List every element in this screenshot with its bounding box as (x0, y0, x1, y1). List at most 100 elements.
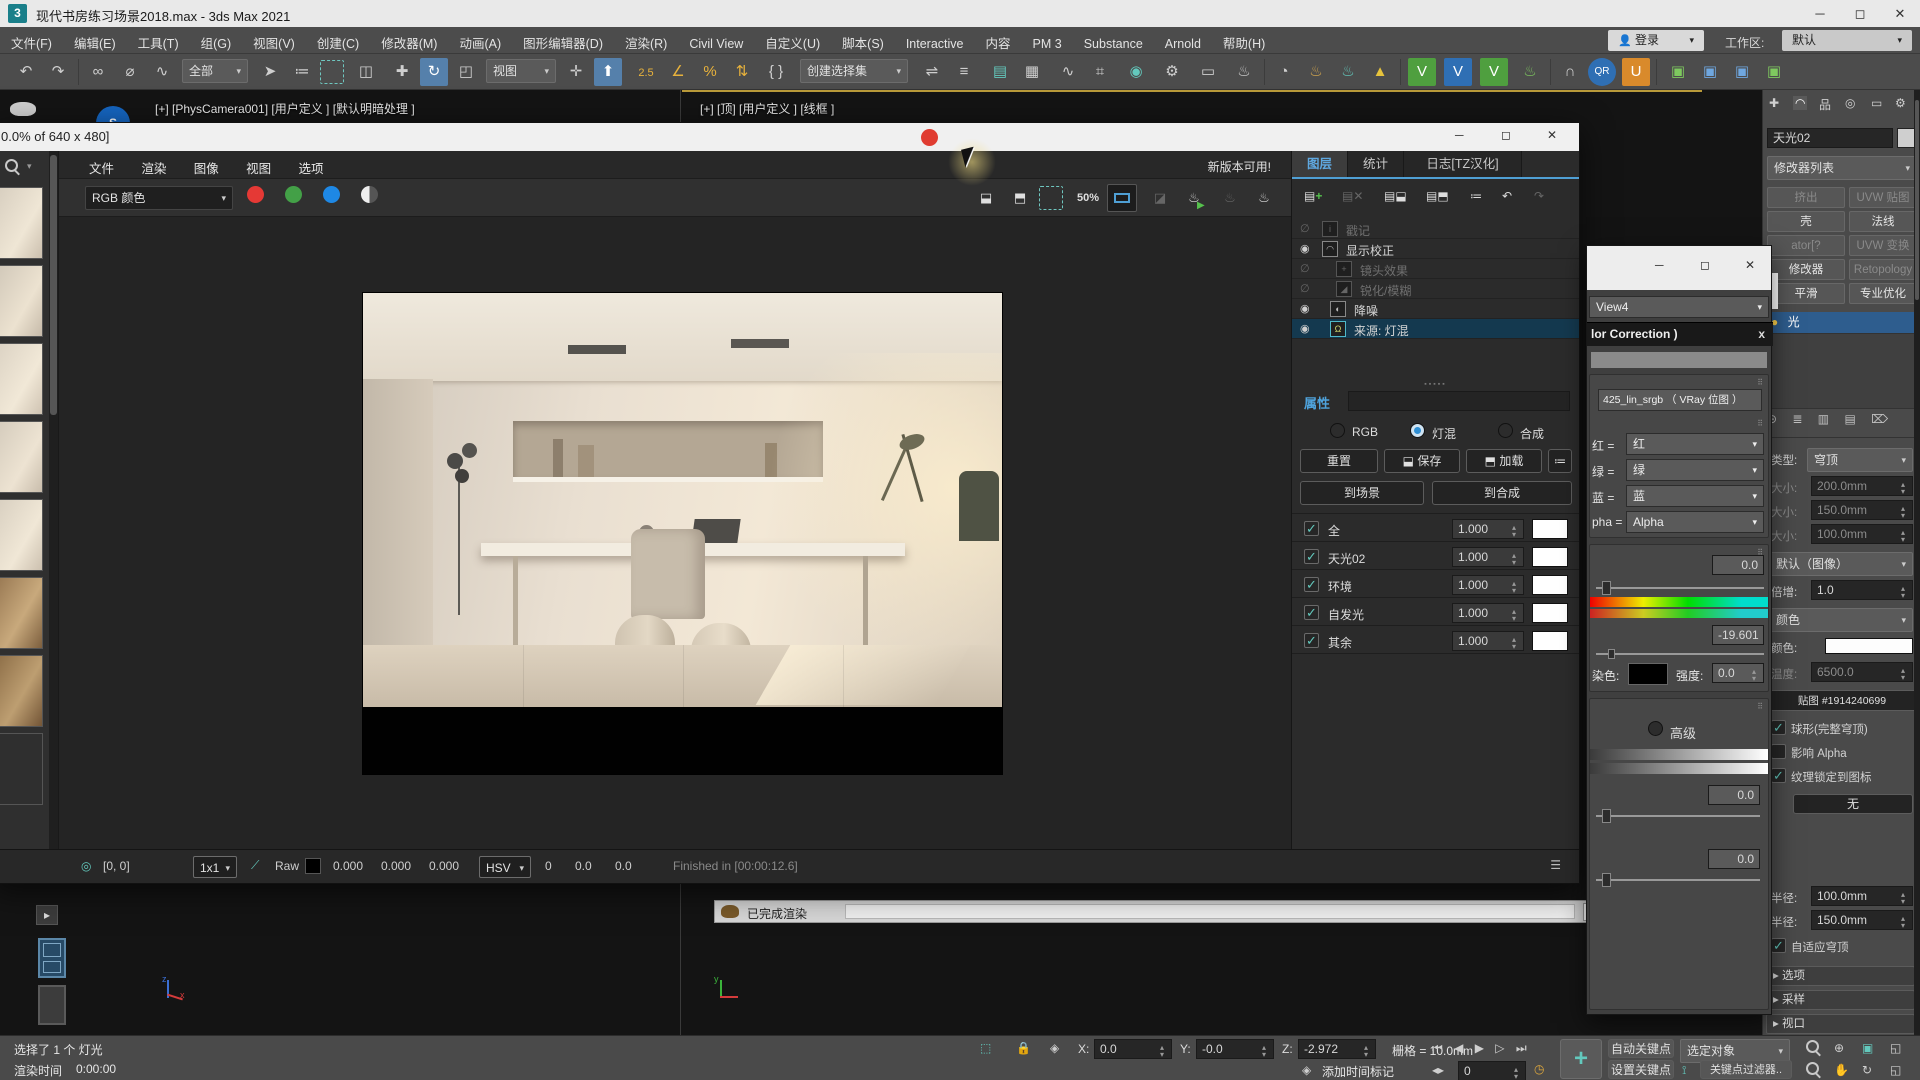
blue-channel-icon[interactable] (323, 186, 340, 203)
modifier-button[interactable]: ator[? (1767, 235, 1845, 256)
pixel-probe-icon[interactable]: ◎ (81, 859, 91, 873)
vray-gpu-icon[interactable]: V (1480, 58, 1508, 86)
lightmix-color-swatch[interactable] (1532, 519, 1568, 539)
tab-create-icon[interactable]: ✚ (1769, 96, 1779, 110)
set-keys-button[interactable]: + (1560, 1039, 1602, 1079)
vfb-minimize-icon[interactable]: ─ (1455, 128, 1464, 142)
rollout-options[interactable]: ▸ 选项 (1766, 966, 1915, 986)
splitter-handle[interactable]: ▪▪▪▪▪ (1292, 381, 1579, 387)
to-scene-button[interactable]: 到场景 (1300, 481, 1424, 505)
dome-checkbox[interactable] (1771, 720, 1786, 735)
mirror-icon[interactable]: ⇌ (918, 58, 946, 86)
hsv-dropdown[interactable]: HSV▾ (479, 856, 531, 878)
add-layer-icon[interactable]: ▤+ (1304, 189, 1322, 203)
history-thumbnail[interactable] (0, 421, 43, 493)
history-thumbnail[interactable] (0, 187, 43, 259)
affect-alpha-checkbox[interactable] (1771, 744, 1786, 759)
eye-icon[interactable]: ◉ (1300, 322, 1310, 335)
plugin-green-1-icon[interactable]: ▣ (1664, 58, 1692, 86)
cc-minimize-icon[interactable]: ─ (1655, 258, 1664, 272)
lightmix-checkbox[interactable] (1304, 549, 1319, 564)
reference-coordinate-dropdown[interactable]: 视图▾ (486, 59, 556, 83)
light-color-swatch[interactable] (1825, 638, 1913, 654)
modifier-stack-selected-row[interactable]: ● 光 (1765, 312, 1919, 333)
plugin-blue-1-icon[interactable]: ▣ (1696, 58, 1724, 86)
selection-lock-region-icon[interactable]: ⬚ (980, 1041, 991, 1055)
lightmix-value[interactable]: 1.000 (1452, 519, 1524, 539)
cc-tint-swatch[interactable] (1628, 663, 1668, 685)
auto-key-button[interactable]: 自动关键点 (1608, 1039, 1674, 1058)
cc-title-bar[interactable]: ─ ◻ ✕ (1587, 246, 1771, 290)
to-composite-button[interactable]: 到合成 (1432, 481, 1572, 505)
cc-alpha-dropdown[interactable]: Alpha▾ (1626, 511, 1764, 533)
key-filter-walk-icon[interactable]: ⟟ (1682, 1063, 1686, 1078)
vfb-render-last-icon[interactable]: ♨▶ (1179, 184, 1209, 212)
cc-green-dropdown[interactable]: 绿▾ (1626, 459, 1764, 481)
layer-row-sharpen-blur[interactable]: ∅ ◢锐化/模糊 (1292, 279, 1579, 299)
cc-level-slider-2[interactable] (1596, 879, 1760, 881)
percent-snap-icon[interactable]: % (696, 58, 724, 86)
tab-utilities-icon[interactable]: ⚙ (1895, 96, 1906, 110)
viewport-layout-tab-active[interactable] (38, 938, 66, 978)
multiplier-field[interactable]: 1.0 (1811, 580, 1913, 600)
rect-selection-region-icon[interactable] (320, 60, 344, 84)
tab-layers[interactable]: 图层 (1292, 151, 1348, 177)
modifier-stack-list[interactable] (1765, 333, 1919, 409)
redo-icon[interactable]: ↷ (44, 58, 72, 86)
render-setup-icon[interactable]: ⚙ (1158, 58, 1186, 86)
angle-snap-icon[interactable]: ∠ (664, 58, 692, 86)
render-frame-window-icon[interactable]: ▭ (1194, 58, 1222, 86)
layer-undo-icon[interactable]: ↶ (1502, 189, 1512, 203)
eye-icon[interactable]: ∅ (1300, 262, 1310, 275)
layer-list-icon[interactable]: ≔ (1470, 189, 1482, 203)
eye-icon[interactable]: ◉ (1300, 302, 1310, 315)
zoom-region-icon[interactable] (1806, 1062, 1819, 1078)
radio-lightmix[interactable] (1410, 423, 1425, 438)
modifier-button[interactable]: 壳 (1767, 211, 1845, 232)
zoom-all-icon[interactable]: ⊕ (1834, 1041, 1844, 1055)
cc-rollout-header[interactable]: lor Correction ) x (1587, 322, 1773, 346)
frame-step-icon[interactable]: ◂▸ (1432, 1063, 1444, 1077)
lightmix-checkbox[interactable] (1304, 577, 1319, 592)
modifier-button[interactable]: 平滑 (1767, 283, 1845, 304)
select-by-name-icon[interactable]: ≔ (288, 58, 316, 86)
workspace-dropdown[interactable]: 默认 ▾ (1782, 30, 1912, 51)
cc-hue-value[interactable]: 0.0 (1712, 555, 1764, 575)
render-teapot-gold-icon[interactable]: ♨ (1302, 58, 1330, 86)
tab-log[interactable]: 日志[TZ汉化] (1404, 151, 1522, 177)
y-field[interactable]: -0.0 (1196, 1039, 1274, 1059)
playback-controls[interactable]: ⏮ ◀ ▶ ▷ ⏭ (1432, 1041, 1531, 1056)
unlink-icon[interactable]: ⌀ (116, 58, 144, 86)
radio-composite[interactable] (1498, 423, 1513, 438)
object-name-field[interactable]: 天光02 (1767, 128, 1893, 148)
vfb-save-image-icon[interactable]: ⬓ (971, 184, 1001, 212)
lightmix-color-swatch[interactable] (1532, 547, 1568, 567)
material-editor-icon[interactable]: ◉ (1122, 58, 1150, 86)
lightmix-checkbox[interactable] (1304, 521, 1319, 536)
save-button[interactable]: ⬓ 保存 (1384, 449, 1460, 473)
vfb-region-select-icon[interactable] (1039, 186, 1063, 210)
add-time-tag[interactable]: 添加时间标记 (1322, 1063, 1394, 1080)
plugin-green-2-icon[interactable]: ▣ (1760, 58, 1788, 86)
cc-view-dropdown[interactable]: View4▾ (1589, 296, 1769, 318)
lock-icon[interactable]: 🔒 (1016, 1041, 1031, 1055)
camera-viewport-label[interactable]: [+] [PhysCamera001] [用户定义 ] [默认明暗处理 ] (155, 100, 415, 117)
load-button[interactable]: ⬒ 加载 (1466, 449, 1542, 473)
layer-row-stamp[interactable]: ∅ i戳记 (1292, 219, 1579, 239)
modifier-button[interactable]: 法线 (1849, 211, 1917, 232)
cc-level-slider-1[interactable] (1596, 815, 1760, 817)
cc-saturation-slider[interactable] (1596, 653, 1764, 655)
modifier-button[interactable]: 专业优化 (1849, 283, 1917, 304)
history-thumbnail[interactable] (0, 655, 43, 727)
history-thumbnail[interactable] (0, 577, 43, 649)
cc-strength-value[interactable]: 0.0 (1712, 663, 1764, 683)
unit-dropdown[interactable]: 默认（图像）▾ (1769, 552, 1913, 576)
modifier-button[interactable]: Retopology (1849, 259, 1917, 280)
time-config-clock-icon[interactable]: ◷ (1534, 1062, 1544, 1076)
red-channel-icon[interactable] (247, 186, 264, 203)
layer-row-denoise[interactable]: ◉ ◐降噪 (1292, 299, 1579, 319)
cc-maximize-icon[interactable]: ◻ (1700, 258, 1710, 272)
modifier-button[interactable]: UVW 贴图 (1849, 187, 1917, 208)
render-production-icon[interactable]: ♨ (1230, 58, 1258, 86)
lock-texture-checkbox[interactable] (1771, 768, 1786, 783)
